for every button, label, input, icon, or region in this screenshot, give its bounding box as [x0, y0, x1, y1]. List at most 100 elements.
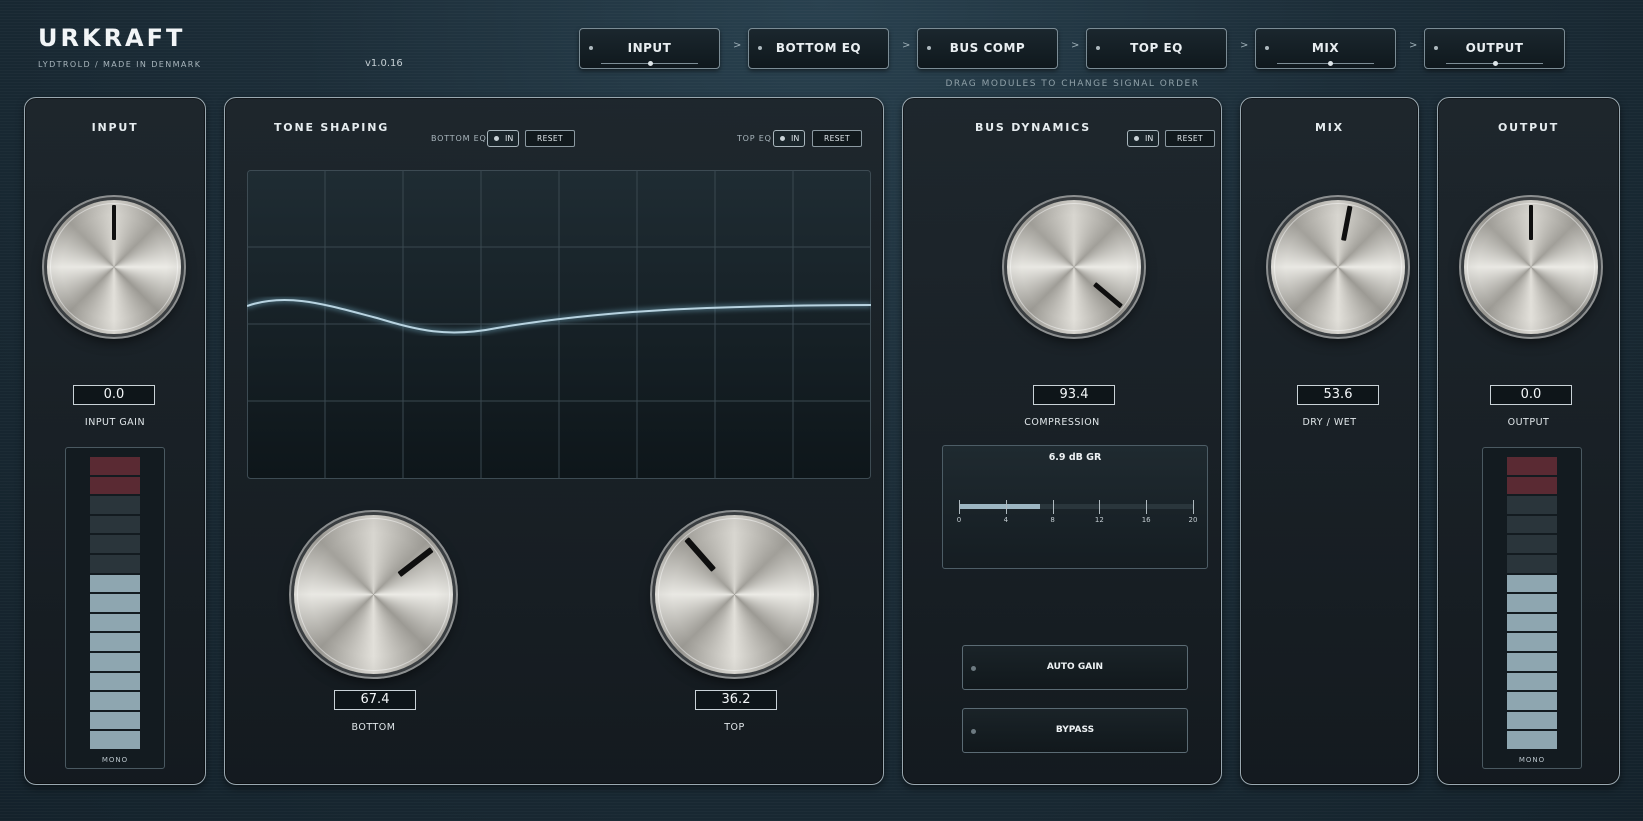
meter-segment — [90, 476, 140, 495]
input-gain-value[interactable]: 0.0 — [73, 385, 155, 405]
dry-wet-value[interactable]: 53.6 — [1297, 385, 1379, 405]
bottom-eq-label: BOTTOM EQ — [431, 134, 487, 143]
meter-segment — [90, 672, 140, 691]
bottom-eq-in-toggle[interactable]: IN — [487, 130, 519, 147]
meter-segment — [90, 594, 140, 612]
meter-segment — [90, 574, 140, 593]
chain-arrow-icon: > — [902, 40, 911, 51]
meter-segment — [1507, 711, 1557, 730]
chain-module-label: MIX — [1311, 41, 1340, 55]
meter-segment — [90, 535, 140, 553]
bypass-button[interactable]: BYPASS — [962, 708, 1188, 753]
meter-segment — [1507, 731, 1557, 749]
led-icon — [494, 136, 499, 141]
gr-tick-label: 12 — [1094, 516, 1104, 524]
top-eq-in-toggle[interactable]: IN — [773, 130, 805, 147]
output-meter: MONO — [1482, 447, 1582, 769]
meter-segment — [1507, 555, 1557, 573]
output-knob[interactable] — [1464, 200, 1598, 334]
panel-title: INPUT — [91, 121, 139, 134]
meter-segment — [90, 515, 140, 534]
chain-module-bus-comp[interactable]: BUS COMP — [917, 28, 1058, 69]
top-caption: TOP — [724, 722, 745, 733]
meter-segment — [1507, 692, 1557, 710]
chain-arrow-icon: > — [733, 40, 742, 51]
chain-arrow-icon: > — [1071, 40, 1080, 51]
output-value[interactable]: 0.0 — [1490, 385, 1572, 405]
meter-segments — [90, 457, 140, 749]
panel-title: OUTPUT — [1497, 121, 1560, 134]
chain-arrow-icon: > — [1240, 40, 1249, 51]
led-icon — [971, 729, 976, 734]
chain-module-label: OUTPUT — [1465, 41, 1524, 55]
chain-slider-handle[interactable] — [1327, 61, 1333, 66]
mix-panel: MIX 53.6 DRY / WET — [1240, 97, 1419, 785]
top-eq-label: TOP EQ — [737, 134, 772, 143]
compression-knob[interactable] — [1007, 200, 1141, 334]
gr-tick — [959, 500, 960, 514]
meter-segment — [1507, 672, 1557, 691]
chain-module-label: INPUT — [627, 41, 672, 55]
meter-segment — [1507, 496, 1557, 514]
knob-pointer — [684, 537, 716, 573]
panel-title: MIX — [1315, 121, 1344, 134]
compression-value[interactable]: 93.4 — [1033, 385, 1115, 405]
chain-module-input[interactable]: INPUT — [579, 28, 720, 69]
meter-segment — [1507, 535, 1557, 553]
input-meter: MONO — [65, 447, 165, 769]
top-eq-reset-button[interactable]: RESET — [812, 130, 862, 147]
panel-title: TONE SHAPING — [274, 121, 390, 134]
chain-slider-handle[interactable] — [1493, 61, 1498, 66]
gr-tick-label: 4 — [1003, 516, 1009, 524]
chain-module-output[interactable]: OUTPUT — [1424, 28, 1565, 69]
meter-segment — [90, 653, 140, 671]
chain-arrow-icon: > — [1409, 40, 1418, 51]
meter-segment — [1507, 515, 1557, 534]
top-value[interactable]: 36.2 — [695, 690, 777, 710]
knob-pointer — [1528, 205, 1534, 241]
drag-hint: DRAG MODULES TO CHANGE SIGNAL ORDER — [945, 79, 1200, 89]
bypass-label: BYPASS — [1055, 725, 1095, 735]
gr-tick-label: 16 — [1141, 516, 1151, 524]
chain-module-label: TOP EQ — [1130, 41, 1183, 55]
toggle-label: IN — [1145, 134, 1154, 143]
meter-segment — [90, 711, 140, 730]
chain-slider-handle[interactable] — [648, 61, 653, 66]
meter-segment — [90, 613, 140, 632]
meter-segment — [90, 496, 140, 514]
dry-wet-knob[interactable] — [1271, 200, 1405, 334]
chain-module-bottom-eq[interactable]: BOTTOM EQ — [748, 28, 889, 69]
dynamics-in-toggle[interactable]: IN — [1127, 130, 1159, 147]
dynamics-reset-button[interactable]: RESET — [1165, 130, 1215, 147]
meter-segment — [90, 555, 140, 573]
input-gain-caption: INPUT GAIN — [84, 417, 146, 428]
led-icon — [971, 666, 976, 671]
meter-segment — [1507, 633, 1557, 651]
bottom-eq-reset-button[interactable]: RESET — [525, 130, 575, 147]
bottom-knob[interactable] — [294, 515, 453, 674]
knob-pointer — [1340, 206, 1352, 242]
led-icon — [1134, 136, 1139, 141]
gr-readout: 6.9 dB GR — [1048, 452, 1102, 463]
meter-segment — [1507, 457, 1557, 475]
knob-pointer — [111, 205, 117, 241]
eq-curve-display — [247, 170, 871, 479]
version-label: v1.0.16 — [365, 58, 403, 69]
chain-module-top-eq[interactable]: TOP EQ — [1086, 28, 1227, 69]
bottom-value[interactable]: 67.4 — [334, 690, 416, 710]
gr-tick — [1005, 500, 1007, 514]
bottom-caption: BOTTOM — [351, 722, 396, 733]
gr-tick — [1193, 500, 1194, 514]
led-icon — [780, 136, 785, 141]
meter-segment — [1507, 594, 1557, 612]
bus-dynamics-panel: BUS DYNAMICS IN RESET 93.4 COMPRESSION 6… — [902, 97, 1222, 785]
input-gain-knob[interactable] — [47, 200, 181, 334]
gr-scale: 0 4 8 12 16 20 — [957, 500, 1197, 530]
gr-tick-label: 0 — [956, 516, 962, 524]
auto-gain-button[interactable]: AUTO GAIN — [962, 645, 1188, 690]
meter-segment — [90, 731, 140, 749]
meter-segment — [90, 692, 140, 710]
meter-mode-label: MONO — [1518, 756, 1546, 764]
chain-module-mix[interactable]: MIX — [1255, 28, 1396, 69]
top-knob[interactable] — [655, 515, 814, 674]
